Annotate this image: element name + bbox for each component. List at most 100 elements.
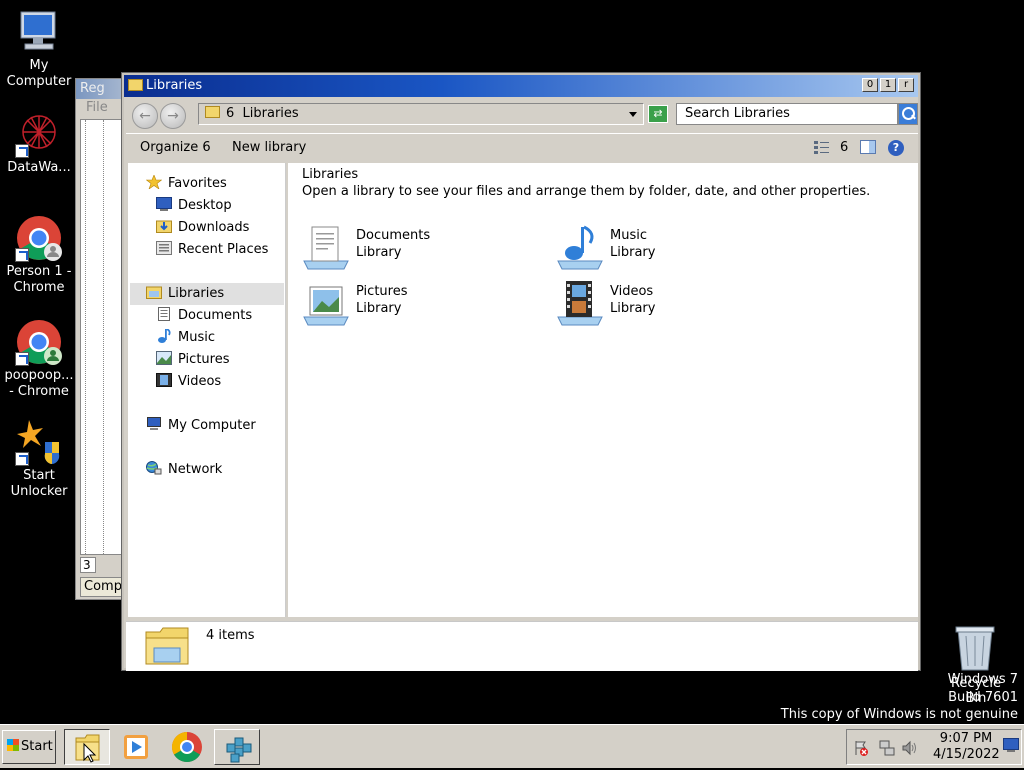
preview-pane-icon[interactable] (860, 140, 876, 154)
nav-label: Downloads (178, 220, 250, 235)
forward-button[interactable]: → (160, 103, 186, 129)
window-title: Libraries (146, 78, 203, 93)
refresh-icon: ⇄ (653, 107, 663, 120)
nav-label: Desktop (178, 198, 232, 213)
shortcut-arrow-icon (15, 248, 29, 262)
nav-pictures[interactable]: Pictures (156, 351, 229, 367)
registry-file-menu[interactable]: File (76, 99, 126, 117)
address-row: ← → 6 Libraries ⇄ Search Libraries (126, 99, 918, 133)
computer-icon (146, 417, 162, 431)
computer-icon (15, 8, 63, 56)
nav-network[interactable]: Network (146, 461, 222, 477)
maximize-button[interactable]: 1 (880, 78, 896, 92)
desktop-icon-datawa[interactable]: DataWa... (0, 110, 78, 176)
desktop-icon-my-computer[interactable]: My Computer (0, 8, 78, 90)
nav-label: Network (168, 462, 223, 477)
chrome-icon (171, 732, 202, 763)
nav-my-computer[interactable]: My Computer (146, 417, 256, 433)
action-center-icon[interactable] (853, 740, 869, 760)
registry-window[interactable]: Reg File 3 Compu (75, 78, 127, 600)
taskbar-registry[interactable] (214, 729, 260, 765)
network-tray-icon[interactable] (879, 740, 895, 760)
videos-icon (156, 373, 172, 387)
libraries-icon (146, 285, 162, 299)
taskbar-explorer[interactable] (64, 729, 110, 765)
search-input[interactable]: Search Libraries (676, 103, 898, 125)
refresh-button[interactable]: ⇄ (648, 105, 668, 123)
desktop-icon-chrome-person1[interactable]: Person 1 - Chrome (0, 214, 78, 296)
nav-label: Documents (178, 308, 253, 323)
nav-label: Libraries (168, 286, 225, 301)
start-label: Start (21, 739, 53, 754)
star-icon (145, 174, 163, 190)
library-documents[interactable]: Documents Library (302, 223, 542, 271)
volume-icon[interactable] (901, 740, 917, 760)
registry-status: Compu (80, 577, 124, 597)
nav-favorites[interactable]: Favorites (145, 174, 227, 191)
chrome-icon (15, 214, 63, 262)
network-icon (146, 461, 162, 475)
library-videos[interactable]: Videos Library (556, 279, 796, 327)
minimize-button[interactable]: 0 (862, 78, 878, 92)
pictures-icon (156, 351, 172, 365)
library-sub: Library (356, 245, 402, 260)
address-text: 6 Libraries (226, 106, 299, 121)
windows-build: Build 7601 (948, 690, 1018, 705)
desktop-icon-chrome-poopoop[interactable]: poopoop... - Chrome (0, 318, 78, 400)
registry-icon (226, 737, 252, 763)
desktop-icon-label: Person 1 - Chrome (6, 264, 72, 295)
start-button[interactable]: Start (2, 730, 56, 764)
desktop-icon-start-unlocker[interactable]: Start Unlocker (0, 418, 78, 500)
nav-downloads[interactable]: Downloads (156, 219, 249, 235)
music-icon (156, 328, 172, 343)
library-name: Videos (610, 284, 654, 299)
nav-label: Favorites (168, 176, 227, 191)
datawa-icon (15, 110, 63, 158)
organize-button[interactable]: Organize 6 (140, 140, 211, 155)
shortcut-arrow-icon (15, 452, 29, 466)
nav-music[interactable]: Music (156, 328, 215, 345)
nav-recent-places[interactable]: Recent Places (156, 241, 268, 257)
back-button[interactable]: ← (132, 103, 158, 129)
genuine-warning: This copy of Windows is not genuine (780, 707, 1018, 722)
address-dropdown-icon[interactable] (629, 112, 637, 117)
library-pictures[interactable]: Pictures Library (302, 279, 542, 327)
clock[interactable]: 9:07 PM 4/15/2022 (933, 731, 1000, 763)
unlocker-icon (15, 418, 63, 466)
explorer-icon (75, 734, 100, 763)
nav-label: Videos (178, 374, 222, 389)
shortcut-arrow-icon (15, 144, 29, 158)
taskbar-chrome[interactable] (164, 729, 210, 765)
title-bar[interactable]: Libraries 0 1 r (124, 75, 918, 97)
address-bar[interactable]: 6 Libraries (198, 103, 644, 125)
taskbar: Start 9:07 PM 4/15/2022 (0, 724, 1024, 768)
library-music[interactable]: Music Library (556, 223, 796, 271)
nav-libraries[interactable]: Libraries (146, 285, 224, 301)
search-icon[interactable] (898, 103, 918, 125)
taskbar-media-player[interactable] (114, 729, 160, 765)
view-options-button[interactable]: 6 (840, 140, 848, 155)
library-name: Music (610, 228, 647, 243)
clock-date: 4/15/2022 (933, 747, 1000, 762)
view-list-icon[interactable] (814, 140, 830, 154)
shortcut-arrow-icon (15, 352, 29, 366)
back-arrow-icon: ← (139, 108, 151, 124)
videos-library-icon (556, 279, 604, 327)
music-library-icon (556, 223, 604, 271)
desktop-icon-label: Start Unlocker (10, 468, 68, 499)
libraries-window[interactable]: Libraries 0 1 r ← → 6 Libraries ⇄ Search… (122, 73, 920, 671)
libraries-icon (205, 106, 220, 118)
desktop-icon-label: DataWa... (7, 160, 71, 175)
close-button[interactable]: r (898, 78, 914, 92)
nav-label: My Computer (168, 418, 256, 433)
help-icon[interactable]: ? (888, 140, 904, 156)
recycle-bin-icon[interactable] (950, 624, 1000, 672)
documents-icon (156, 307, 172, 321)
registry-tree-pane[interactable] (80, 119, 124, 555)
new-library-button[interactable]: New library (232, 140, 306, 155)
nav-desktop[interactable]: Desktop (156, 197, 232, 213)
library-sub: Library (610, 301, 656, 316)
nav-documents[interactable]: Documents (156, 307, 252, 323)
nav-videos[interactable]: Videos (156, 373, 221, 389)
show-desktop-icon[interactable] (1003, 738, 1019, 756)
